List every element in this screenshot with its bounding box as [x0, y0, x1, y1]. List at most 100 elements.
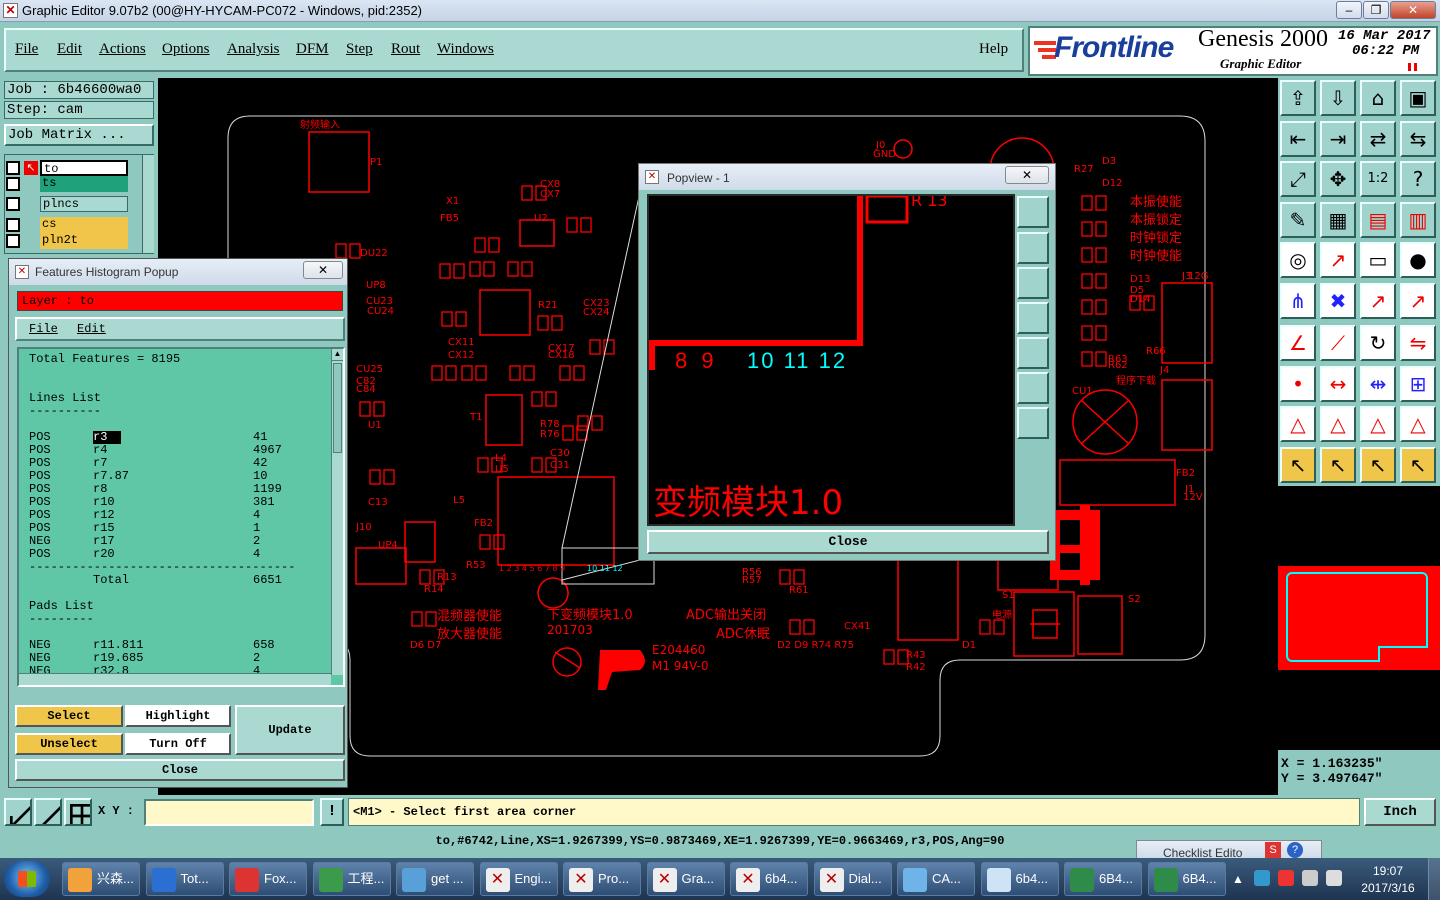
menu-file[interactable]: File: [15, 41, 38, 58]
tray-network-icon[interactable]: [1254, 870, 1270, 886]
select-icon[interactable]: ↖: [1280, 446, 1316, 483]
import-icon[interactable]: ⇤: [1280, 120, 1316, 157]
menu-edit[interactable]: Edit: [57, 41, 82, 58]
layer-list-scrollbar[interactable]: [142, 155, 154, 253]
angle-icon[interactable]: ∠: [1280, 325, 1316, 361]
layers-display-icon[interactable]: ▤: [1360, 201, 1396, 238]
layer-row-plncs[interactable]: plncs: [6, 196, 128, 212]
transform-icon[interactable]: ⊞: [1400, 365, 1436, 402]
measure-icon[interactable]: [34, 798, 62, 826]
zoom-area-icon[interactable]: [4, 798, 32, 826]
ruler-icon[interactable]: ▭: [1360, 242, 1396, 278]
popview-close-icon[interactable]: ✕: [1005, 166, 1049, 184]
tray-up-arrow-icon[interactable]: ▲: [1232, 872, 1244, 886]
properties-icon[interactable]: ✎: [1280, 201, 1316, 238]
connect-icon[interactable]: ⋔: [1280, 282, 1316, 319]
pan-left-icon[interactable]: [1017, 302, 1049, 334]
copy-icon[interactable]: ↗: [1400, 282, 1436, 319]
scale-1-2-icon[interactable]: 1:2: [1360, 161, 1396, 197]
menu-rout[interactable]: Rout: [391, 41, 420, 58]
alert-icon[interactable]: !: [320, 798, 344, 826]
maximize-button[interactable]: ❐: [1363, 1, 1389, 19]
select-polygon-icon[interactable]: ↖: [1360, 446, 1396, 483]
triangle-icon[interactable]: △: [1280, 406, 1316, 442]
open-job-icon[interactable]: ⇪: [1280, 80, 1316, 116]
menu-options[interactable]: Options: [162, 41, 210, 58]
point-icon[interactable]: •: [1280, 365, 1316, 402]
arc2-icon[interactable]: △: [1400, 406, 1436, 442]
layer-checkbox[interactable]: [6, 177, 20, 191]
layer-checkbox[interactable]: [6, 197, 20, 211]
snap-icon[interactable]: ◎: [1280, 242, 1316, 278]
histogram-hscrollbar[interactable]: [19, 673, 331, 685]
taskbar-item-pro-app[interactable]: ✕ Pro...: [563, 862, 641, 896]
window-icon[interactable]: ▣: [1400, 80, 1436, 116]
stretch-icon[interactable]: ⇹: [1360, 365, 1396, 402]
layer-row-pln2t[interactable]: pln2t: [6, 233, 128, 249]
clock-date[interactable]: 2017/3/16: [1356, 881, 1420, 895]
histogram-close-button[interactable]: Close: [15, 759, 345, 781]
taskbar-item-cam-app[interactable]: CA...: [897, 862, 975, 896]
layer-row-to[interactable]: ↖ to: [6, 160, 128, 176]
help-icon[interactable]: ?: [1287, 842, 1303, 858]
pan-right-icon[interactable]: [1017, 337, 1049, 369]
units-button[interactable]: Inch: [1364, 798, 1436, 826]
taskbar-item-engineering-app[interactable]: 工程...: [312, 862, 391, 896]
s-icon[interactable]: S: [1265, 842, 1281, 858]
move-icon[interactable]: ↗: [1360, 282, 1396, 319]
update-button[interactable]: Update: [235, 705, 345, 755]
layer-row-ts[interactable]: ts: [6, 176, 128, 192]
taskbar-item-job-6b4-app[interactable]: ✕ 6b4...: [730, 862, 808, 896]
popview-canvas[interactable]: R 13 变频模块1.0 8 9 10 11 12: [647, 194, 1015, 526]
taskbar-item-6b4-folder[interactable]: 6b4...: [980, 862, 1059, 896]
zoom-home-icon[interactable]: [1017, 196, 1049, 228]
checklist-window-tab[interactable]: Checklist Edito S ?: [1136, 840, 1322, 860]
help-query-icon[interactable]: ?: [1400, 161, 1436, 197]
menu-help[interactable]: Help: [979, 41, 1008, 58]
taskbar-item-tot-app[interactable]: Tot...: [145, 862, 224, 896]
menu-dfm[interactable]: DFM: [296, 41, 329, 58]
rotate-icon[interactable]: ↻: [1360, 325, 1396, 361]
histogram-menu-file[interactable]: File: [29, 322, 58, 336]
minimize-button[interactable]: –: [1336, 1, 1362, 19]
delete-icon[interactable]: ✖: [1320, 282, 1356, 319]
unselect-button[interactable]: Unselect: [15, 733, 123, 755]
zoom-out-icon[interactable]: [1017, 407, 1049, 439]
save-job-icon[interactable]: ⇩: [1320, 80, 1356, 116]
layer-checkbox[interactable]: [6, 234, 20, 248]
taskbar-item-foxit-reader[interactable]: Fox...: [229, 862, 307, 896]
export-icon[interactable]: ⇥: [1320, 120, 1356, 157]
pan-up-icon[interactable]: [1017, 232, 1049, 264]
slash-icon[interactable]: ⟋: [1320, 325, 1356, 361]
tray-monitor-icon[interactable]: [1302, 870, 1318, 886]
tray-flag-icon[interactable]: [1278, 870, 1294, 886]
taskbar-item-xingsen-app[interactable]: 兴森...: [62, 862, 140, 896]
swap-icon[interactable]: ⇆: [1400, 120, 1436, 157]
start-button[interactable]: [4, 861, 50, 897]
home-icon[interactable]: ⌂: [1360, 80, 1396, 116]
fit-icon[interactable]: ⤢: [1280, 161, 1316, 197]
taskbar-item-get-app[interactable]: get ...: [396, 862, 474, 896]
tray-volume-icon[interactable]: [1326, 870, 1342, 886]
select-path-icon[interactable]: ↖: [1400, 446, 1436, 483]
show-desktop-button[interactable]: [1428, 858, 1440, 900]
compare-icon[interactable]: ⇄: [1360, 120, 1396, 157]
highlight-button[interactable]: Highlight: [125, 705, 231, 727]
taskbar-item-6b4-excel-1[interactable]: 6B4...: [1064, 862, 1142, 896]
pad-icon[interactable]: ●: [1400, 242, 1436, 278]
menu-step[interactable]: Step: [346, 41, 373, 58]
menu-analysis[interactable]: Analysis: [227, 41, 280, 58]
line-add-icon[interactable]: ↗: [1320, 242, 1356, 278]
layer-checkbox[interactable]: [6, 218, 20, 232]
pause-icon[interactable]: [1408, 63, 1417, 71]
close-window-button[interactable]: ✕: [1390, 1, 1436, 19]
turn-off-button[interactable]: Turn Off: [125, 733, 231, 755]
zoom-center-icon[interactable]: ✥: [1320, 161, 1356, 197]
taskbar-item-graphic-app[interactable]: ✕ Gra...: [646, 862, 725, 896]
layer-row-cs[interactable]: cs: [6, 217, 128, 233]
zoom-in-icon[interactable]: [1017, 372, 1049, 404]
clock-time[interactable]: 19:07: [1362, 864, 1414, 878]
select-button[interactable]: Select: [15, 705, 123, 727]
histogram-menu-edit[interactable]: Edit: [77, 322, 106, 336]
taskbar-item-6b4-excel-2[interactable]: 6B4...: [1147, 862, 1226, 896]
